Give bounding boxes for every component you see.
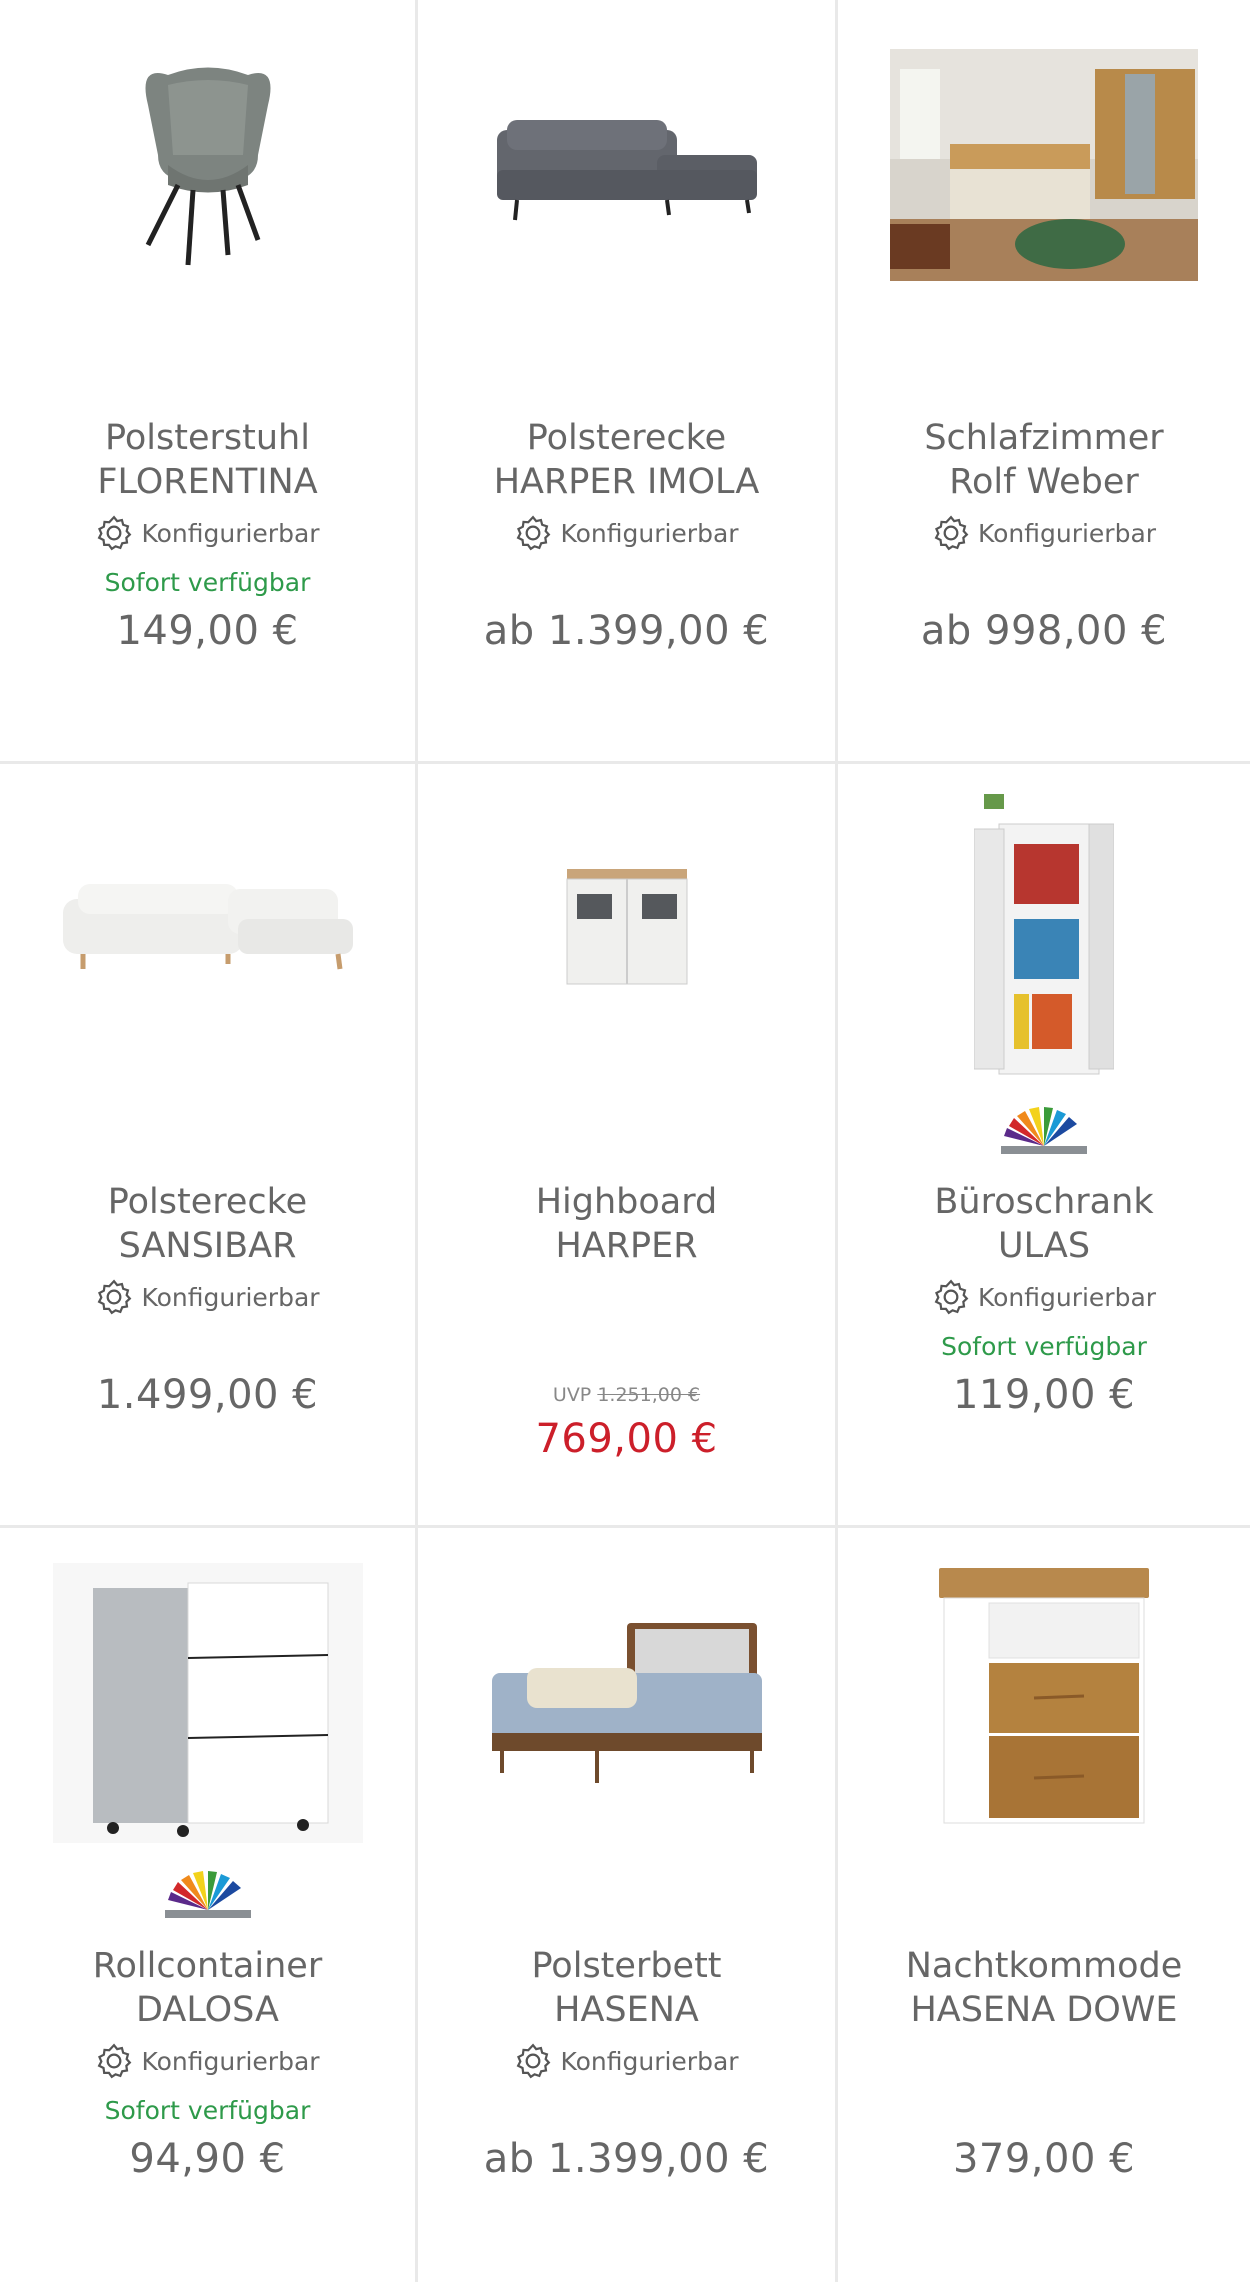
availability-status: Sofort verfügbar: [104, 2096, 311, 2125]
gear-icon: [517, 515, 551, 551]
product-title-line1: Polsterecke: [107, 1182, 308, 1222]
product-title-line2: Rolf Weber: [949, 462, 1139, 502]
color-swatch: [838, 1106, 1250, 1162]
product-title-line2: DALOSA: [136, 1990, 279, 2030]
configurable-label: Konfigurierbar: [977, 518, 1157, 548]
color-fan-icon: [1001, 1107, 1087, 1154]
configurable-badge: Konfigurierbar: [838, 514, 1250, 552]
availability-status: Sofort verfügbar: [104, 568, 311, 597]
uvp-old-price: 1.251,00 €: [597, 1384, 701, 1406]
product-image[interactable]: [838, 764, 1250, 1094]
product-image[interactable]: [838, 0, 1250, 330]
product-price: 1.499,00 €: [96, 1372, 319, 1418]
gear-icon: [934, 1279, 969, 1315]
product-title[interactable]: Rollcontainer DALOSA: [0, 1944, 415, 2032]
uvp-price: UVP 1.251,00 €: [418, 1384, 835, 1406]
product-title[interactable]: Highboard HARPER: [418, 1180, 835, 1268]
configurable-badge: Konfigurierbar: [418, 2042, 835, 2080]
product-image[interactable]: [418, 764, 835, 1094]
product-title[interactable]: Polsterstuhl FLORENTINA: [0, 416, 415, 504]
product-title-line1: Schlafzimmer: [924, 418, 1164, 458]
product-card[interactable]: Polsterecke SANSIBAR Konfigurierbar 1.49…: [0, 764, 418, 1528]
configurable-badge: Konfigurierbar: [0, 514, 415, 552]
configurable-badge: Konfigurierbar: [0, 1278, 415, 1316]
product-card[interactable]: Polsterbett HASENA Konfigurierbar ab 1.3…: [418, 1528, 838, 2282]
availability-status: Sofort verfügbar: [941, 1332, 1147, 1361]
product-title-line2: ULAS: [997, 1226, 1091, 1266]
product-card[interactable]: Polsterstuhl FLORENTINA Konfigurierbar S…: [0, 0, 418, 764]
product-price: ab 1.399,00 €: [483, 2136, 770, 2182]
product-title[interactable]: Schlafzimmer Rolf Weber: [838, 416, 1250, 504]
product-price: 379,00 €: [952, 2136, 1136, 2182]
product-card[interactable]: Highboard HARPER UVP 1.251,00 € 769,00 €: [418, 764, 838, 1528]
configurable-badge: Konfigurierbar: [0, 2042, 415, 2080]
product-card[interactable]: Schlafzimmer Rolf Weber Konfigurierbar a…: [838, 0, 1250, 764]
product-title[interactable]: Nachtkommode HASENA DOWE: [838, 1944, 1250, 2032]
product-title-line1: Polsterecke: [526, 418, 727, 458]
gear-icon: [934, 515, 969, 551]
product-image[interactable]: [0, 764, 415, 1094]
product-sale-price: 769,00 €: [535, 1416, 718, 1462]
product-card[interactable]: Polsterecke HARPER IMOLA Konfigurierbar …: [418, 0, 838, 764]
product-title-line2: HARPER: [555, 1226, 698, 1266]
product-image[interactable]: [0, 0, 415, 330]
gear-icon: [98, 2043, 132, 2079]
product-title-line1: Nachtkommode: [905, 1946, 1183, 1986]
product-title-line2: HASENA: [554, 1990, 699, 2030]
configurable-label: Konfigurierbar: [977, 1282, 1157, 1312]
product-price: 119,00 €: [952, 1372, 1136, 1418]
configurable-label: Konfigurierbar: [560, 518, 739, 548]
color-fan-icon: [164, 1871, 251, 1918]
configurable-badge: Konfigurierbar: [838, 1278, 1250, 1316]
configurable-label: Konfigurierbar: [560, 2046, 739, 2076]
product-title-line1: Polsterstuhl: [105, 418, 310, 458]
product-title-line1: Highboard: [535, 1182, 718, 1222]
product-price: 149,00 €: [116, 608, 299, 654]
product-price: 94,90 €: [129, 2136, 286, 2182]
product-image[interactable]: [838, 1528, 1250, 1858]
configurable-badge: Konfigurierbar: [418, 514, 835, 552]
product-image[interactable]: [0, 1528, 415, 1858]
product-title-line1: Polsterbett: [531, 1946, 722, 1986]
product-title[interactable]: Polsterecke SANSIBAR: [0, 1180, 415, 1268]
product-card[interactable]: Nachtkommode HASENA DOWE 379,00 €: [838, 1528, 1250, 2282]
product-title-line2: HARPER IMOLA: [493, 462, 760, 502]
product-card[interactable]: Rollcontainer DALOSA Konfigurierbar Sofo…: [0, 1528, 418, 2282]
product-title[interactable]: Polsterbett HASENA: [418, 1944, 835, 2032]
product-title-line2: FLORENTINA: [97, 462, 318, 502]
gear-icon: [98, 1279, 132, 1315]
uvp-label: UVP: [552, 1384, 592, 1406]
product-title[interactable]: Büroschrank ULAS: [838, 1180, 1250, 1268]
color-swatch: [0, 1870, 415, 1926]
product-price: ab 998,00 €: [920, 608, 1168, 654]
product-price: ab 1.399,00 €: [483, 608, 770, 654]
gear-icon: [98, 515, 132, 551]
product-image[interactable]: [418, 1528, 835, 1858]
product-title[interactable]: Polsterecke HARPER IMOLA: [418, 416, 835, 504]
product-title-line2: HASENA DOWE: [910, 1990, 1178, 2030]
gear-icon: [517, 2043, 551, 2079]
configurable-label: Konfigurierbar: [141, 1282, 320, 1312]
product-title-line2: SANSIBAR: [118, 1226, 297, 1266]
configurable-label: Konfigurierbar: [141, 518, 320, 548]
product-title-line1: Büroschrank: [934, 1182, 1154, 1222]
product-image[interactable]: [418, 0, 835, 330]
product-grid: Polsterstuhl FLORENTINA Konfigurierbar S…: [0, 0, 1250, 2282]
product-card[interactable]: Büroschrank ULAS Konfigurierbar Sofort v…: [838, 764, 1250, 1528]
configurable-label: Konfigurierbar: [141, 2046, 320, 2076]
product-title-line1: Rollcontainer: [92, 1946, 323, 1986]
